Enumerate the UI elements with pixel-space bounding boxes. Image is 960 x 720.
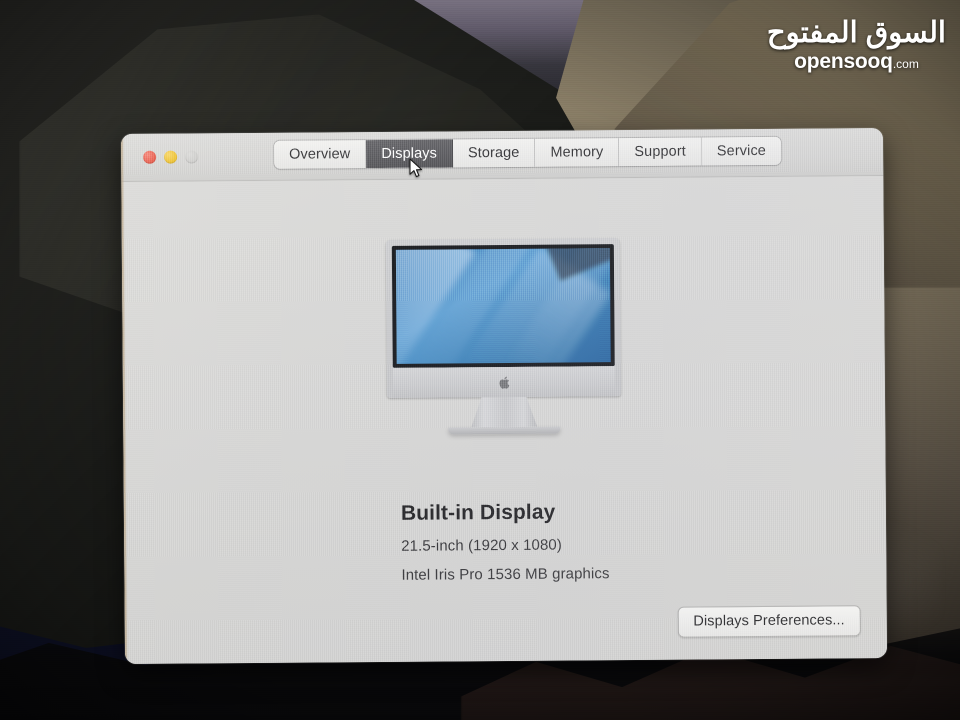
imac-stand-foot — [448, 426, 561, 435]
opensooq-watermark: السوق المفتوح opensooq.com — [766, 17, 946, 73]
imac-chin — [392, 366, 616, 398]
imac-icon — [385, 238, 622, 435]
about-this-mac-window: Overview Displays Storage Memory Support… — [120, 128, 888, 664]
imac-body — [385, 238, 622, 398]
display-size-resolution: 21.5-inch (1920 x 1080) — [401, 536, 562, 555]
tab-storage[interactable]: Storage — [452, 138, 536, 168]
window-toolbar: Overview Displays Storage Memory Support… — [120, 128, 884, 182]
imac-bezel — [391, 244, 615, 368]
window-frame: Overview Displays Storage Memory Support… — [120, 128, 888, 664]
watermark-domain-suffix: .com — [892, 57, 919, 72]
traffic-light-group — [143, 150, 199, 164]
display-graphics: Intel Iris Pro 1536 MB graphics — [401, 565, 610, 584]
displays-pane: Built-in Display 21.5-inch (1920 x 1080)… — [121, 176, 888, 664]
tab-overview[interactable]: Overview — [273, 140, 367, 169]
imac-stand-neck — [471, 397, 537, 428]
watermark-arabic-text: السوق المفتوح — [766, 17, 946, 49]
zoom-button[interactable] — [185, 150, 199, 164]
tab-bar: Overview Displays Storage Memory Support… — [273, 136, 782, 169]
watermark-latin-text: opensooq.com — [767, 50, 946, 73]
displays-preferences-button[interactable]: Displays Preferences... — [677, 605, 861, 638]
tab-displays[interactable]: Displays — [366, 139, 454, 169]
display-info-block: Built-in Display 21.5-inch (1920 x 1080)… — [401, 500, 610, 596]
display-title: Built-in Display — [400, 500, 556, 525]
minimize-button[interactable] — [164, 150, 178, 164]
tab-support[interactable]: Support — [619, 137, 702, 167]
imac-screen-wallpaper — [395, 248, 611, 364]
close-button[interactable] — [143, 150, 157, 164]
tab-service[interactable]: Service — [701, 136, 782, 166]
watermark-latin-word: opensooq — [794, 50, 893, 74]
apple-logo-icon — [498, 376, 509, 389]
tab-memory[interactable]: Memory — [535, 138, 620, 167]
